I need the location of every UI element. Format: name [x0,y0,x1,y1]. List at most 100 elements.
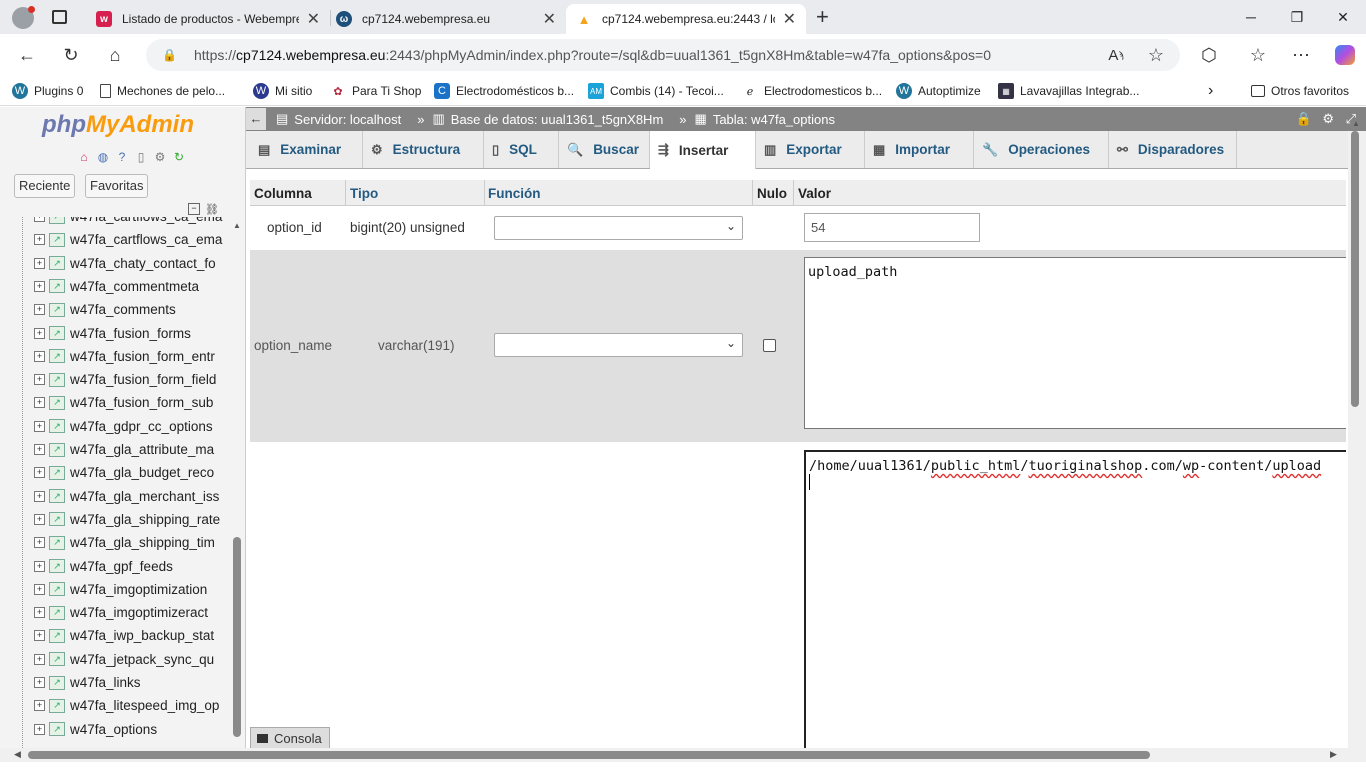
link-with-main-icon[interactable]: ⛓ [205,203,219,216]
favorite-tables-button[interactable]: Favoritas [85,174,149,198]
tree-table-item[interactable]: + ↗ w47fa_gla_shipping_tim [34,531,215,554]
expand-icon[interactable]: + [34,583,45,595]
expand-icon[interactable]: + [34,280,45,292]
table-browse-icon[interactable]: ↗ [49,628,65,643]
reload-nav-icon[interactable]: ↻ [171,149,187,165]
tab-operaciones[interactable]: 🔧 Operaciones [974,131,1109,168]
docs-icon[interactable]: ▯ [133,149,149,165]
expand-icon[interactable]: + [34,350,45,362]
table-browse-icon[interactable]: ↗ [49,349,65,364]
tab-estructura[interactable]: ⚙ Estructura [363,131,484,168]
logout-icon[interactable]: ◍ [95,149,111,165]
tree-table-item[interactable]: + ↗ w47fa_fusion_form_sub [34,391,213,414]
tree-table-item[interactable]: + ↗ w47fa_fusion_form_entr [34,345,215,368]
expand-icon[interactable]: + [34,420,45,432]
restore-icon[interactable]: ❐ [1274,0,1320,34]
tab-examinar[interactable]: ▤ Examinar [250,131,363,168]
table-browse-icon[interactable]: ↗ [49,279,65,294]
back-arrow-icon[interactable]: ← [12,40,42,70]
option-id-input[interactable]: 54 [804,213,980,242]
tree-table-item[interactable]: + ↗ w47fa_fusion_form_field [34,368,216,391]
tree-table-item[interactable]: + ↗ w47fa_litespeed_img_op [34,694,219,717]
expand-icon[interactable]: + [34,700,45,712]
tree-table-item[interactable]: + ↗ w47fa_fusion_forms [34,322,191,345]
console-toggle[interactable]: Consola [250,727,330,748]
expand-icon[interactable]: + [34,513,45,525]
lock-icon[interactable]: 🔒 [1296,111,1312,127]
tree-table-item[interactable]: + ↗ w47fa_gdpr_cc_options [34,415,213,438]
scroll-right-icon[interactable]: ▶ [1330,749,1337,760]
phpmyadmin-logo[interactable]: phpMyAdmin [42,111,194,139]
horizontal-scrollbar-thumb[interactable] [28,751,1150,759]
table-browse-icon[interactable]: ↗ [49,675,65,690]
collapse-nav-icon[interactable]: ← [246,108,266,130]
close-tab-icon[interactable]: ✕ [783,9,796,29]
close-tab-icon[interactable]: ✕ [543,9,556,29]
tab-importar[interactable]: ▦ Importar [865,131,974,168]
horizontal-scrollbar[interactable]: ◀ ▶ [0,748,1366,762]
table-browse-icon[interactable]: ↗ [49,722,65,737]
page-settings-icon[interactable]: ⚙ [1322,111,1334,127]
reload-icon[interactable]: ↻ [56,40,86,70]
help-icon[interactable]: ? [114,149,130,165]
tree-table-item[interactable]: + ↗ w47fa_comments [34,298,176,321]
nav-scrollbar-thumb[interactable] [233,537,241,737]
bookmark-lavavajillas[interactable]: ▦ Lavavajillas Integrab... [998,82,1139,100]
breadcrumb-database[interactable]: ▥ Base de datos: uual1361_t5gnX8Hm [432,111,663,127]
tree-table-item[interactable]: + ↗ w47fa_gla_attribute_ma [34,438,214,461]
tree-table-item[interactable]: + ↗ w47fa_links [34,671,141,694]
expand-icon[interactable]: + [34,327,45,339]
expand-icon[interactable]: + [34,677,45,688]
more-menu-icon[interactable]: ⋯ [1286,40,1316,70]
table-browse-icon[interactable]: ↗ [49,605,65,620]
collapse-all-icon[interactable]: − [188,203,200,215]
bookmark-other-favorites[interactable]: Otros favoritos [1251,82,1349,100]
table-browse-icon[interactable]: ↗ [49,302,65,317]
function-select[interactable]: ⌄ [494,216,743,240]
expand-icon[interactable]: + [34,397,45,409]
favorite-star-icon[interactable]: ☆ [1141,40,1171,70]
breadcrumb-table[interactable]: ▦ Tabla: w47fa_options [695,111,835,127]
address-bar[interactable]: 🔒 https://cp7124.webempresa.eu:2443/phpM… [146,39,1180,71]
home-icon[interactable]: ⌂ [76,149,92,165]
home-icon[interactable]: ⌂ [100,40,130,70]
table-browse-icon[interactable]: ↗ [49,256,65,271]
browser-tab-3-active[interactable]: ▲ cp7124.webempresa.eu:2443 / loc ✕ [566,4,806,34]
tab-insertar[interactable]: ⇶ Insertar [650,131,756,169]
expand-icon[interactable]: + [34,630,45,642]
expand-icon[interactable]: + [34,537,45,549]
bookmarks-overflow-icon[interactable]: › [1208,82,1213,100]
minimize-icon[interactable]: ─ [1228,0,1274,34]
bookmark-electrodomesticos-1[interactable]: C Electrodomésticos b... [434,82,574,100]
table-browse-icon[interactable]: ↗ [49,372,65,387]
table-browse-icon[interactable]: ↗ [49,442,65,457]
extensions-icon[interactable]: ⬡ [1194,40,1224,70]
tab-actions-icon[interactable] [52,10,67,24]
function-select[interactable]: ⌄ [494,333,743,357]
table-browse-icon[interactable]: ↗ [49,465,65,480]
table-browse-icon[interactable]: ↗ [49,698,65,713]
tree-table-item[interactable]: + ↗ w47fa_cartflows_ca_ema [34,228,222,251]
tree-table-item[interactable]: + ↗ w47fa_jetpack_sync_qu [34,648,214,671]
tab-sql[interactable]: ▯ SQL [484,131,559,168]
main-scrollbar-thumb[interactable] [1351,131,1359,407]
option-name-textarea[interactable]: upload_path [804,257,1346,429]
expand-icon[interactable]: + [34,444,45,455]
nav-scrollbar[interactable]: ▲ [230,217,244,748]
expand-icon[interactable]: + [34,257,45,269]
tree-table-item[interactable]: + ↗ w47fa_imgoptimization [34,578,207,601]
bookmark-para-ti-shop[interactable]: ✿ Para Ti Shop [330,82,421,100]
tree-table-item[interactable]: + ↗ w47fa_cartflows_ca_ema [34,217,222,228]
table-browse-icon[interactable]: ↗ [49,395,65,410]
expand-icon[interactable]: + [34,560,45,572]
expand-icon[interactable]: + [34,217,45,222]
expand-icon[interactable]: + [34,374,45,386]
table-browse-icon[interactable]: ↗ [49,582,65,597]
tab-disparadores[interactable]: ⚯ Disparadores [1109,131,1237,168]
tab-buscar[interactable]: 🔍 Buscar [559,131,650,168]
table-browse-icon[interactable]: ↗ [49,559,65,573]
expand-icon[interactable]: + [34,607,45,619]
bookmark-mi-sitio[interactable]: W Mi sitio [253,82,312,100]
scroll-left-icon[interactable]: ◀ [14,749,21,760]
table-browse-icon[interactable]: ↗ [49,217,65,224]
